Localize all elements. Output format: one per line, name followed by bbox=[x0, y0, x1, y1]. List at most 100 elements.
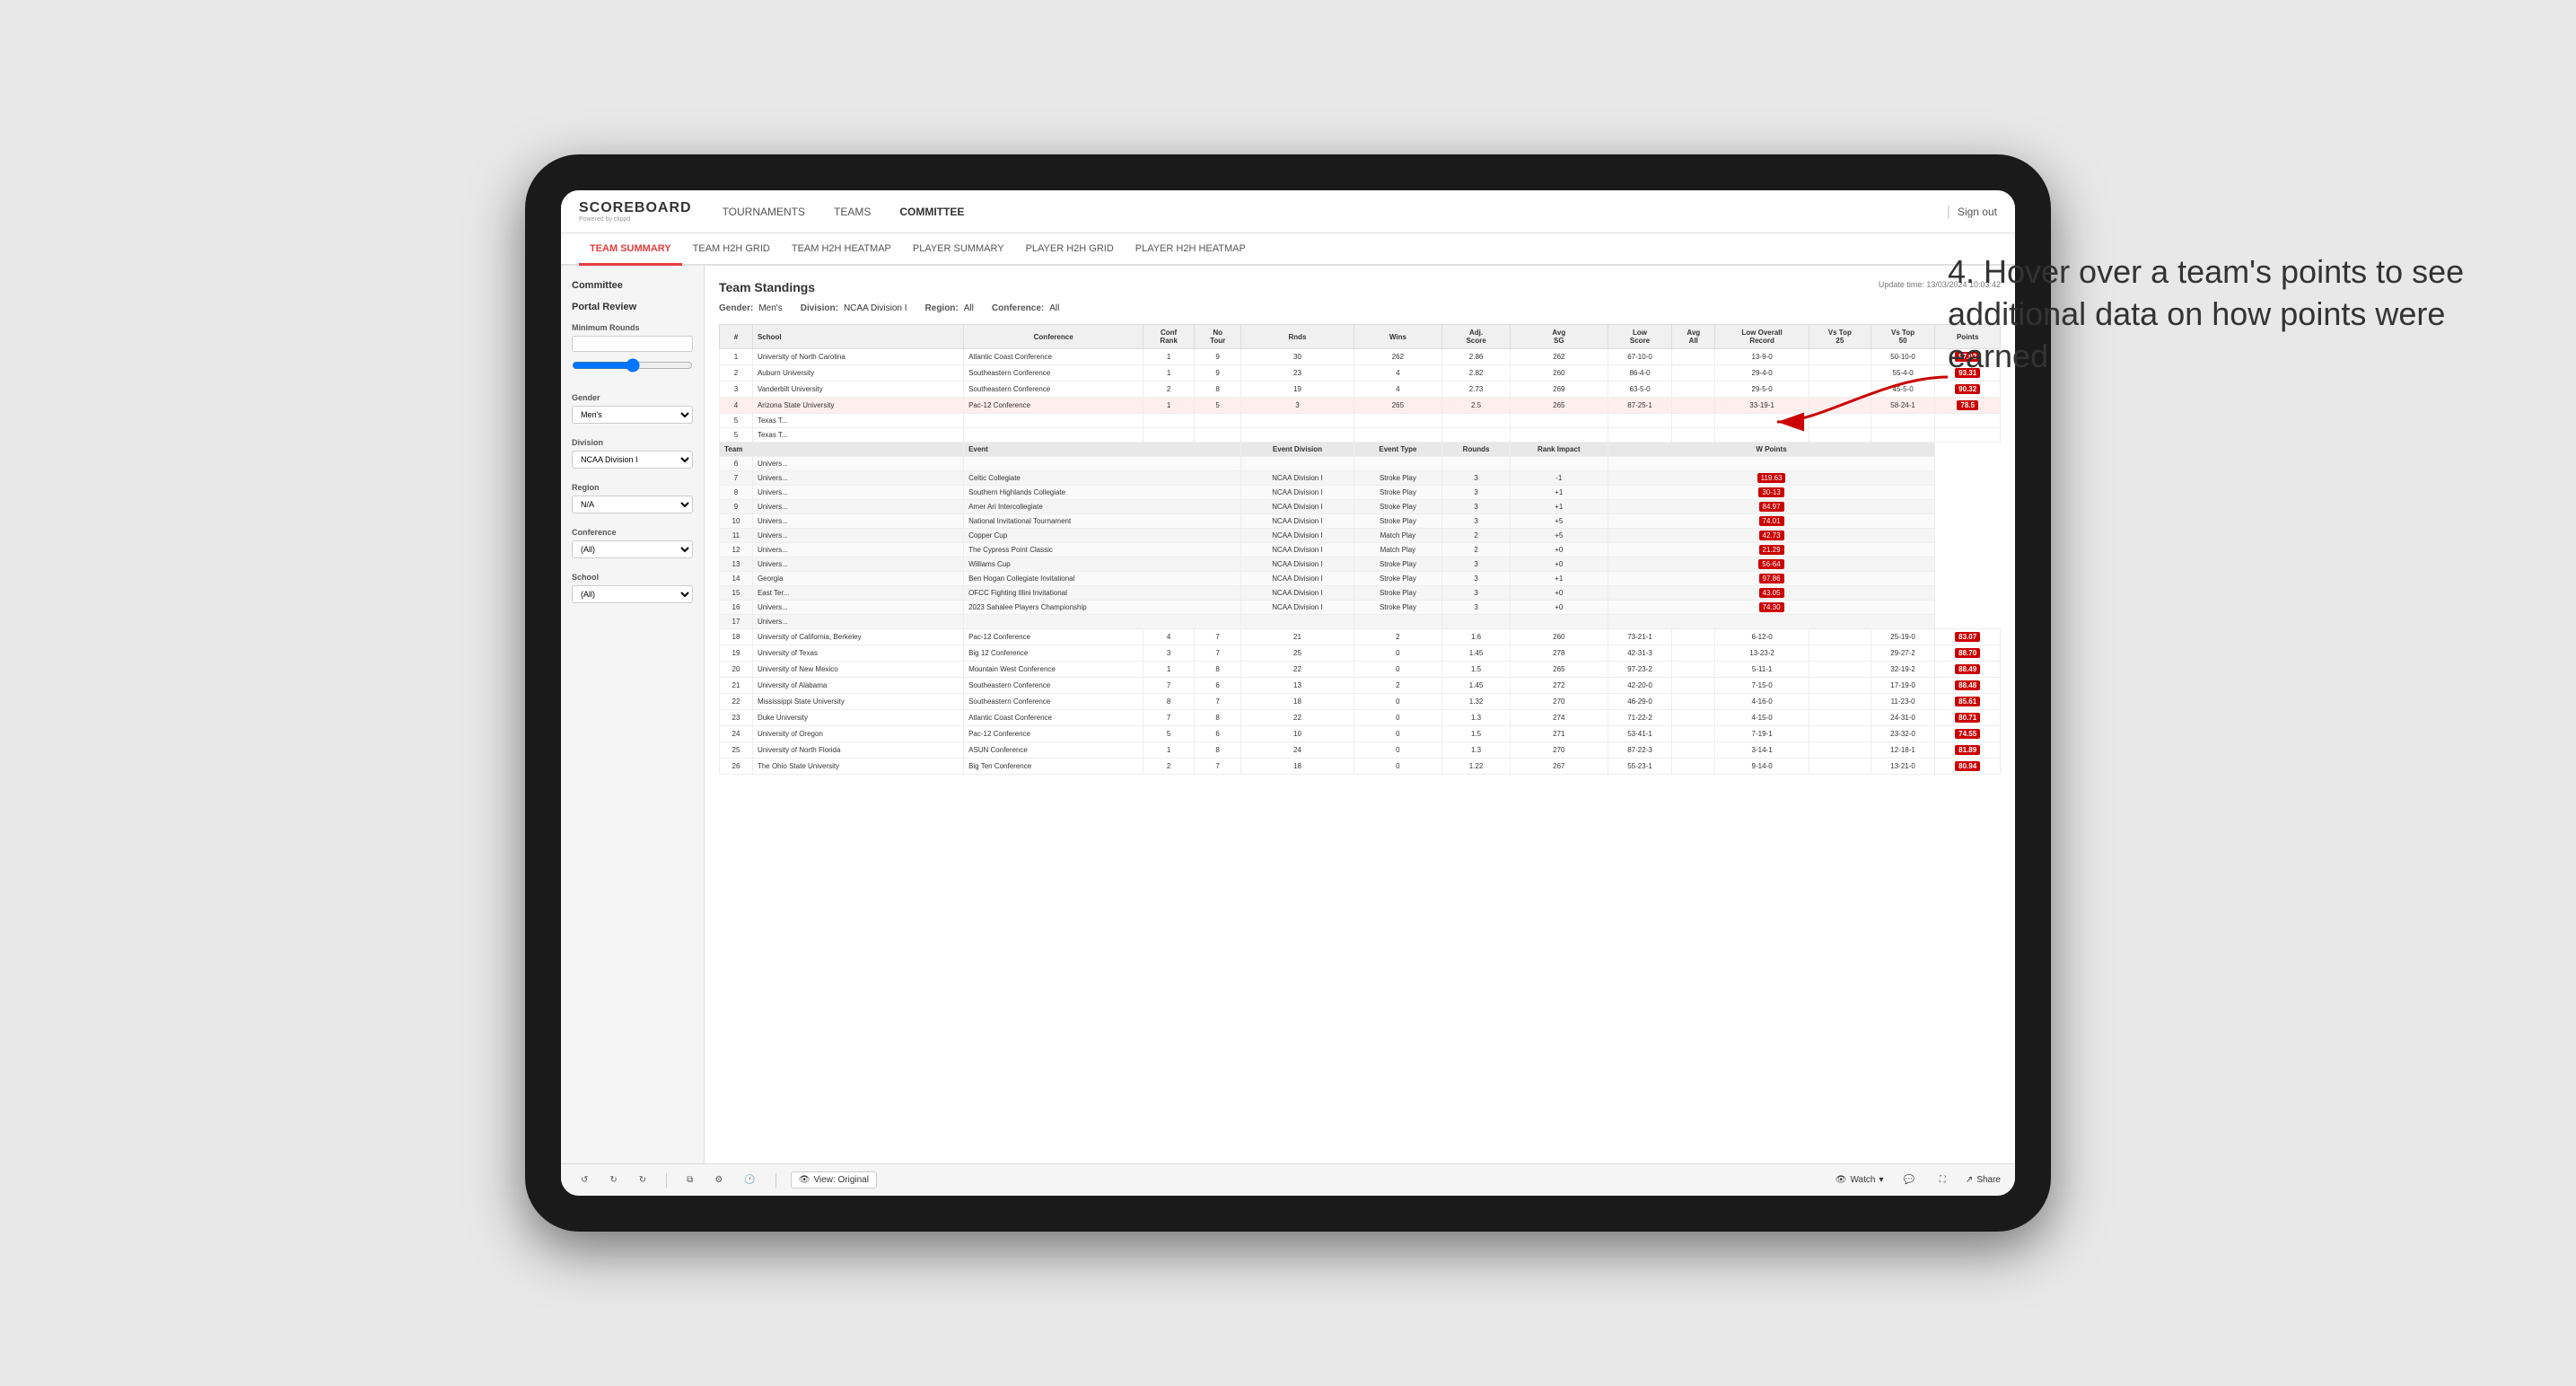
tooltip-data-row[interactable]: 13 Univers... Williams Cup NCAA Division… bbox=[720, 557, 2001, 572]
input-min-rounds[interactable] bbox=[572, 336, 693, 352]
tooltip-data-row[interactable]: 14 Georgia Ben Hogan Collegiate Invitati… bbox=[720, 572, 2001, 586]
tooltip-data-row[interactable]: 15 East Ter... OFCC Fighting Illini Invi… bbox=[720, 586, 2001, 601]
tooltip-data-row[interactable]: 12 Univers... The Cypress Point Classic … bbox=[720, 543, 2001, 557]
subnav-player-summary[interactable]: PLAYER SUMMARY bbox=[902, 233, 1015, 266]
select-school[interactable]: (All) bbox=[572, 585, 693, 603]
cell-no-tour: 9 bbox=[1194, 349, 1240, 365]
toolbar-refresh[interactable]: ↻ bbox=[634, 1173, 652, 1187]
toolbar-undo[interactable]: ↺ bbox=[575, 1173, 593, 1187]
view-button[interactable]: 👁 View: Original bbox=[791, 1171, 877, 1189]
cell-rnds bbox=[1241, 414, 1354, 428]
tooltip-data-row[interactable]: 17 Univers... bbox=[720, 615, 2001, 629]
cell-school: Vanderbilt University bbox=[752, 382, 963, 398]
table-row[interactable]: 22 Mississippi State University Southeas… bbox=[720, 694, 2001, 710]
tooltip-data-row[interactable]: 10 Univers... National Invitational Tour… bbox=[720, 514, 2001, 529]
table-row[interactable]: 18 University of California, Berkeley Pa… bbox=[720, 629, 2001, 645]
filter-gender: Gender: Men's bbox=[719, 303, 783, 313]
tooltip-data-row[interactable]: 9 Univers... Amer Ari Intercollegiate NC… bbox=[720, 500, 2001, 514]
cell-rnds: 19 bbox=[1241, 382, 1354, 398]
cell-wins: 262 bbox=[1354, 349, 1442, 365]
cell-avg-sg bbox=[1510, 414, 1608, 428]
sub-nav: TEAM SUMMARY TEAM H2H GRID TEAM H2H HEAT… bbox=[561, 233, 2015, 266]
toolbar-sep-2 bbox=[775, 1173, 776, 1188]
filter-conference-label: Conference: bbox=[992, 303, 1044, 313]
annotation-area: 4. Hover over a team's points to see add… bbox=[1948, 251, 2486, 377]
th-vs-top25: Vs Top25 bbox=[1809, 325, 1871, 349]
label-division: Division bbox=[572, 438, 693, 447]
cell-avg-all bbox=[1672, 398, 1715, 414]
cell-wins bbox=[1354, 414, 1442, 428]
select-gender[interactable]: Men's bbox=[572, 406, 693, 424]
logo-text: SCOREBOARD bbox=[579, 200, 692, 216]
toolbar-fullscreen[interactable]: ⛶ bbox=[1934, 1173, 1951, 1187]
cell-rnds: 23 bbox=[1241, 365, 1354, 382]
nav-tournaments[interactable]: TOURNAMENTS bbox=[719, 190, 809, 233]
cell-avg-all bbox=[1672, 349, 1715, 365]
logo-sub: Powered by clippd bbox=[579, 216, 692, 223]
table-row[interactable]: 24 University of Oregon Pac-12 Conferenc… bbox=[720, 726, 2001, 742]
sign-out-link[interactable]: Sign out bbox=[1958, 206, 1997, 218]
watch-chevron: ▾ bbox=[1879, 1175, 1883, 1185]
th-avg-all: AvgAll bbox=[1672, 325, 1715, 349]
table-row[interactable]: 25 University of North Florida ASUN Conf… bbox=[720, 742, 2001, 759]
share-icon: ↗ bbox=[1966, 1175, 1973, 1185]
toolbar-copy[interactable]: ⧉ bbox=[681, 1173, 698, 1187]
filter-gender-value: Men's bbox=[758, 303, 782, 313]
annotation-text: 4. Hover over a team's points to see add… bbox=[1948, 251, 2486, 377]
sidebar: Committee Portal Review Minimum Rounds G… bbox=[561, 266, 705, 1163]
cell-rank: 4 bbox=[720, 398, 753, 414]
sidebar-division: Division NCAA Division I bbox=[572, 438, 693, 469]
share-label: Share bbox=[1976, 1175, 2001, 1185]
filter-conference: Conference: All bbox=[992, 303, 1059, 313]
tooltip-th-event: Event bbox=[964, 443, 1241, 457]
cell-conference: Pac-12 Conference bbox=[964, 398, 1143, 414]
table-row[interactable]: 26 The Ohio State University Big Ten Con… bbox=[720, 759, 2001, 775]
select-division[interactable]: NCAA Division I bbox=[572, 451, 693, 469]
table-row[interactable]: 20 University of New Mexico Mountain Wes… bbox=[720, 662, 2001, 678]
tooltip-data-row[interactable]: 8 Univers... Southern Highlands Collegia… bbox=[720, 486, 2001, 500]
subnav-team-h2h-heatmap[interactable]: TEAM H2H HEATMAP bbox=[781, 233, 902, 266]
cell-adj-score: 2.5 bbox=[1442, 398, 1511, 414]
cell-conference: Southeastern Conference bbox=[964, 365, 1143, 382]
toolbar-comment[interactable]: 💬 bbox=[1897, 1173, 1919, 1187]
toolbar-settings[interactable]: ⚙ bbox=[709, 1173, 728, 1187]
subnav-player-h2h-grid[interactable]: PLAYER H2H GRID bbox=[1015, 233, 1125, 266]
filter-division-label: Division: bbox=[801, 303, 838, 313]
tooltip-data-row[interactable]: 16 Univers... 2023 Sahalee Players Champ… bbox=[720, 601, 2001, 615]
watch-button[interactable]: 👁 Watch ▾ bbox=[1836, 1175, 1884, 1185]
th-conference: Conference bbox=[964, 325, 1143, 349]
subnav-team-h2h-grid[interactable]: TEAM H2H GRID bbox=[682, 233, 781, 266]
filter-gender-label: Gender: bbox=[719, 303, 753, 313]
tooltip-data-row[interactable]: 6 Univers... bbox=[720, 457, 2001, 471]
input-min-rounds-2[interactable] bbox=[572, 355, 693, 376]
cell-no-tour: 8 bbox=[1194, 382, 1240, 398]
sidebar-conference: Conference (All) bbox=[572, 528, 693, 558]
table-row[interactable]: 19 University of Texas Big 12 Conference… bbox=[720, 645, 2001, 662]
tooltip-data-row[interactable]: 11 Univers... Copper Cup NCAA Division I… bbox=[720, 529, 2001, 543]
subnav-player-h2h-heatmap[interactable]: PLAYER H2H HEATMAP bbox=[1125, 233, 1257, 266]
tooltip-data-row[interactable]: 7 Univers... Celtic Collegiate NCAA Divi… bbox=[720, 471, 2001, 486]
tooltip-th-type: Event Type bbox=[1354, 443, 1442, 457]
toolbar-redo[interactable]: ↻ bbox=[604, 1173, 622, 1187]
logo-area: SCOREBOARD Powered by clippd bbox=[579, 200, 692, 223]
filter-region-label: Region: bbox=[925, 303, 959, 313]
cell-adj-score bbox=[1442, 414, 1511, 428]
tablet-shell: SCOREBOARD Powered by clippd TOURNAMENTS… bbox=[525, 154, 2051, 1232]
toolbar-clock[interactable]: 🕐 bbox=[739, 1173, 760, 1187]
cell-low-score: 67-10-0 bbox=[1608, 349, 1672, 365]
cell-conf-rank bbox=[1143, 414, 1195, 428]
cell-avg-sg: 265 bbox=[1510, 398, 1608, 414]
th-avg-sg: AvgSG bbox=[1510, 325, 1608, 349]
filter-region: Region: All bbox=[925, 303, 974, 313]
cell-wins: 4 bbox=[1354, 382, 1442, 398]
content-header: Team Standings Update time: 13/03/2024 1… bbox=[719, 280, 2001, 294]
nav-committee[interactable]: COMMITTEE bbox=[896, 190, 968, 233]
table-row[interactable]: 21 University of Alabama Southeastern Co… bbox=[720, 678, 2001, 694]
subnav-team-summary[interactable]: TEAM SUMMARY bbox=[579, 233, 682, 266]
label-school: School bbox=[572, 573, 693, 582]
select-conference[interactable]: (All) bbox=[572, 540, 693, 558]
select-region[interactable]: N/A bbox=[572, 496, 693, 513]
table-row[interactable]: 23 Duke University Atlantic Coast Confer… bbox=[720, 710, 2001, 726]
nav-teams[interactable]: TEAMS bbox=[830, 190, 874, 233]
share-button[interactable]: ↗ Share bbox=[1966, 1175, 2001, 1185]
